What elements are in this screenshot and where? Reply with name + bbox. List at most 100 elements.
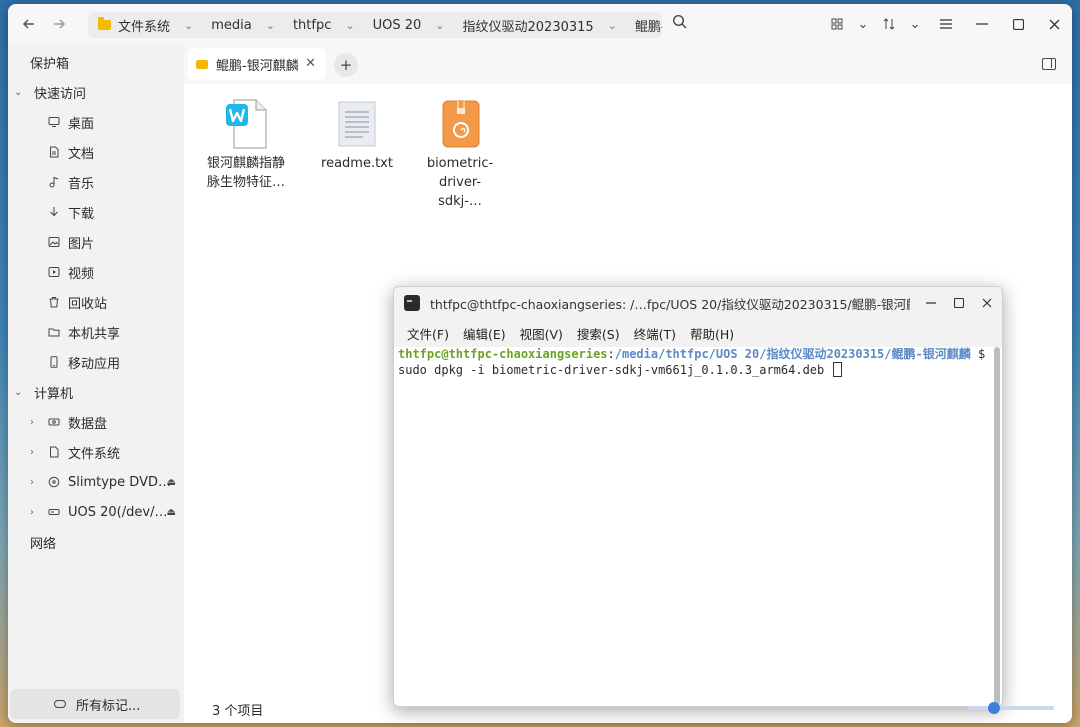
sidebar-item-label: 视频 <box>68 266 95 282</box>
prompt-user: thtfpc@thtfpc-chaoxiangseries <box>398 347 608 361</box>
menu-search[interactable]: 搜索(S) <box>570 324 627 343</box>
menu-button[interactable] <box>928 9 964 39</box>
sidebar-item-trash[interactable]: 回收站 <box>8 288 184 316</box>
search-icon <box>672 14 687 29</box>
breadcrumb-item-current[interactable]: 鲲鹏-银河麒麟 <box>625 12 662 38</box>
sidebar-item-vault[interactable]: 保护箱 <box>8 48 184 76</box>
arrow-left-icon <box>22 19 34 29</box>
sidebar-item-dvd[interactable]: › Slimtype DVD… ⏏ <box>8 468 184 496</box>
zoom-slider[interactable] <box>968 702 1054 714</box>
chevron-right-icon[interactable]: › <box>30 447 46 458</box>
sidebar-group-computer[interactable]: ⌄ 计算机 <box>8 378 184 406</box>
terminal-minimize-button[interactable] <box>920 293 942 313</box>
sidebar-item-label: 文件系统 <box>68 446 121 462</box>
chevron-down-icon[interactable]: ⌄ <box>184 19 193 32</box>
view-mode-dropdown[interactable]: ⌄ <box>850 9 876 39</box>
sidebar-item-videos[interactable]: 视频 <box>8 258 184 286</box>
minimize-icon <box>926 302 936 304</box>
back-button[interactable] <box>14 9 44 39</box>
sidebar-item-label: UOS 20(/dev/… <box>68 504 168 520</box>
breadcrumb-label: media <box>211 17 252 33</box>
sidebar-item-label: 回收站 <box>68 296 108 312</box>
sidebar-item-desktop[interactable]: 桌面 <box>8 108 184 136</box>
sidebar-item-shared[interactable]: 本机共享 <box>8 318 184 346</box>
sidebar-group-label: 计算机 <box>34 386 74 402</box>
sidebar-item-mobile[interactable]: 移动应用 <box>8 348 184 376</box>
music-icon <box>46 174 62 190</box>
sidebar-item-music[interactable]: 音乐 <box>8 168 184 196</box>
breadcrumb-item-filesystem[interactable]: 文件系统 ⌄ <box>88 12 201 38</box>
chevron-down-icon: ⌄ <box>857 16 869 32</box>
chevron-down-icon: ⌄ <box>909 16 921 32</box>
document-icon <box>46 444 62 460</box>
terminal-scrollbar[interactable] <box>994 347 1000 705</box>
breadcrumb-item-uos20[interactable]: UOS 20 ⌄ <box>363 12 453 38</box>
sidebar-item-label: 桌面 <box>68 116 95 132</box>
breadcrumb-item-driver-folder[interactable]: 指纹仪驱动20230315 ⌄ <box>453 12 625 38</box>
search-button[interactable] <box>672 14 692 34</box>
tab-current[interactable]: 鲲鹏-银河麒麟 ✕ <box>188 48 326 80</box>
terminal-maximize-button[interactable] <box>948 293 970 313</box>
file-item[interactable]: readme.txt <box>311 98 403 173</box>
menu-help[interactable]: 帮助(H) <box>683 324 741 343</box>
file-item[interactable]: 银河麒麟指静脉生物特征… <box>200 98 292 192</box>
menu-file[interactable]: 文件(F) <box>400 324 456 343</box>
window-toolbar: ⌄ ⌄ <box>824 4 1072 44</box>
new-tab-button[interactable]: + <box>334 53 358 77</box>
sort-dropdown[interactable]: ⌄ <box>902 9 928 39</box>
eject-icon[interactable]: ⏏ <box>167 507 176 518</box>
breadcrumb-item-thtfpc[interactable]: thtfpc ⌄ <box>283 12 363 38</box>
eject-icon[interactable]: ⏏ <box>167 477 176 488</box>
breadcrumb-label: UOS 20 <box>372 17 422 33</box>
menu-edit[interactable]: 编辑(E) <box>456 324 513 343</box>
chevron-down-icon[interactable]: ⌄ <box>266 19 275 32</box>
maximize-button[interactable] <box>1000 9 1036 39</box>
detail-panel-toggle-icon[interactable] <box>1042 58 1056 70</box>
sidebar-item-label: Slimtype DVD… <box>68 474 171 490</box>
chevron-down-icon[interactable]: ⌄ <box>14 387 26 398</box>
title-bar: 文件系统 ⌄ media ⌄ thtfpc ⌄ UOS 20 ⌄ 指纹仪驱动20… <box>8 4 1072 44</box>
sidebar-group-label: 快速访问 <box>34 86 87 102</box>
view-mode-button[interactable] <box>824 9 850 39</box>
sidebar-item-label: 网络 <box>30 536 57 552</box>
sidebar-item-uos-disk[interactable]: › UOS 20(/dev/… ⏏ <box>8 498 184 526</box>
chevron-right-icon[interactable]: › <box>30 477 46 488</box>
terminal-title: thtfpc@thtfpc-chaoxiangseries: /…fpc/UOS… <box>430 296 910 312</box>
sidebar-item-data-disk[interactable]: › 数据盘 <box>8 408 184 436</box>
close-button[interactable] <box>1036 9 1072 39</box>
file-name: readme.txt <box>321 156 393 171</box>
chevron-down-icon[interactable]: ⌄ <box>345 19 354 32</box>
terminal-output[interactable]: thtfpc@thtfpc-chaoxiangseries:/media/tht… <box>394 347 994 706</box>
sort-button[interactable] <box>876 9 902 39</box>
terminal-close-button[interactable] <box>976 293 998 313</box>
wps-document-icon <box>220 98 272 150</box>
close-icon <box>982 298 992 308</box>
shared-folder-icon <box>46 324 62 340</box>
trash-icon <box>46 294 62 310</box>
breadcrumb-item-media[interactable]: media ⌄ <box>201 12 283 38</box>
all-tags-label: 所有标记... <box>76 698 141 714</box>
chevron-down-icon[interactable]: ⌄ <box>14 87 26 98</box>
sidebar-item-documents[interactable]: 文档 <box>8 138 184 166</box>
sidebar-item-label: 图片 <box>68 236 95 252</box>
chevron-right-icon[interactable]: › <box>30 507 46 518</box>
chevron-down-icon[interactable]: ⌄ <box>435 19 444 32</box>
close-icon[interactable]: ✕ <box>305 56 316 71</box>
sidebar-item-network[interactable]: 网络 <box>8 528 184 556</box>
menu-view[interactable]: 视图(V) <box>513 324 570 343</box>
sidebar-item-label: 移动应用 <box>68 356 121 372</box>
sidebar-item-filesystem[interactable]: › 文件系统 <box>8 438 184 466</box>
sidebar-group-quick-access[interactable]: ⌄ 快速访问 <box>8 78 184 106</box>
minimize-button[interactable] <box>964 9 1000 39</box>
chevron-right-icon[interactable]: › <box>30 417 46 428</box>
grid-icon <box>831 18 843 30</box>
terminal-title-bar[interactable]: thtfpc@thtfpc-chaoxiangseries: /…fpc/UOS… <box>394 287 1002 319</box>
forward-button[interactable] <box>44 9 74 39</box>
chevron-down-icon[interactable]: ⌄ <box>608 19 617 32</box>
all-tags-button[interactable]: 所有标记... <box>10 689 180 719</box>
menu-terminal[interactable]: 终端(T) <box>627 324 683 343</box>
zoom-slider-handle[interactable] <box>988 702 1000 714</box>
sidebar-item-pictures[interactable]: 图片 <box>8 228 184 256</box>
file-item[interactable]: biometric-driver-sdkj-… <box>414 98 506 211</box>
sidebar-item-downloads[interactable]: 下载 <box>8 198 184 226</box>
